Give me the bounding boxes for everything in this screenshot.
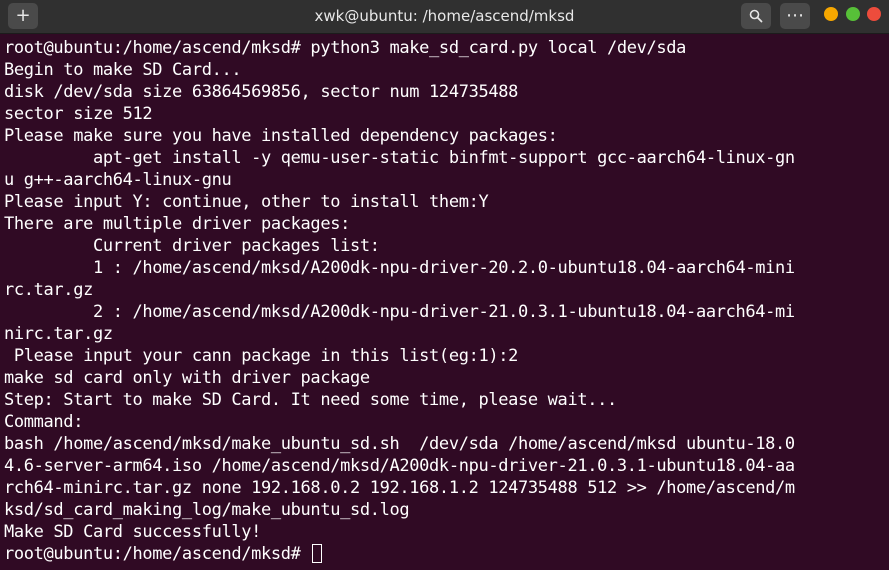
scrollbar[interactable] xyxy=(881,34,889,570)
terminal-line: Please input Y: continue, other to insta… xyxy=(4,192,489,212)
search-button[interactable] xyxy=(741,3,771,29)
terminal-line: Please input your cann package in this l… xyxy=(4,346,519,366)
title-bar: + xwk@ubuntu: /home/ascend/mksd ⋯ xyxy=(0,0,889,34)
terminal-line: Step: Start to make SD Card. It need som… xyxy=(4,390,617,410)
terminal-line: Please make sure you have installed depe… xyxy=(4,126,558,146)
terminal-line: root@ubuntu:/home/ascend/mksd# python3 m… xyxy=(4,38,687,58)
terminal-line: 2 : /home/ascend/mksd/A200dk-npu-driver-… xyxy=(4,302,795,322)
terminal-line: make sd card only with driver package xyxy=(4,368,370,388)
new-tab-button[interactable]: + xyxy=(8,3,38,29)
search-icon xyxy=(749,9,763,23)
terminal-line: rch64-minirc.tar.gz none 192.168.0.2 192… xyxy=(4,478,795,498)
terminal-line: 1 : /home/ascend/mksd/A200dk-npu-driver-… xyxy=(4,258,795,278)
terminal-line: There are multiple driver packages: xyxy=(4,214,350,234)
terminal-line: Make SD Card successfully! xyxy=(4,522,262,542)
plus-icon: + xyxy=(15,5,31,26)
menu-button[interactable]: ⋯ xyxy=(780,3,810,29)
maximize-button[interactable] xyxy=(846,7,860,21)
terminal-line: 4.6-server-arm64.iso /home/ascend/mksd/A… xyxy=(4,456,795,476)
text-cursor xyxy=(312,544,323,563)
minimize-button[interactable] xyxy=(824,7,838,21)
terminal-line: nirc.tar.gz xyxy=(4,324,113,344)
terminal-line: bash /home/ascend/mksd/make_ubuntu_sd.sh… xyxy=(4,434,795,454)
terminal-line: ksd/sd_card_making_log/make_ubuntu_sd.lo… xyxy=(4,500,410,520)
terminal-output[interactable]: root@ubuntu:/home/ascend/mksd# python3 m… xyxy=(0,34,889,570)
terminal-line: rc.tar.gz xyxy=(4,280,93,300)
shell-prompt: root@ubuntu:/home/ascend/mksd# xyxy=(4,544,311,564)
terminal-line: Command: xyxy=(4,412,84,432)
terminal-line: sector size 512 xyxy=(4,104,153,124)
terminal-line: Begin to make SD Card... xyxy=(4,60,242,80)
close-button[interactable] xyxy=(867,7,881,21)
more-icon: ⋯ xyxy=(786,5,804,26)
terminal-line: Current driver packages list: xyxy=(4,236,380,256)
prompt-line[interactable]: root@ubuntu:/home/ascend/mksd# xyxy=(4,543,889,565)
terminal-line: apt-get install -y qemu-user-static binf… xyxy=(4,148,795,168)
terminal-line: disk /dev/sda size 63864569856, sector n… xyxy=(4,82,519,102)
terminal-window: + xwk@ubuntu: /home/ascend/mksd ⋯ root@u… xyxy=(0,0,889,570)
terminal-line: u g++-aarch64-linux-gnu xyxy=(4,170,232,190)
